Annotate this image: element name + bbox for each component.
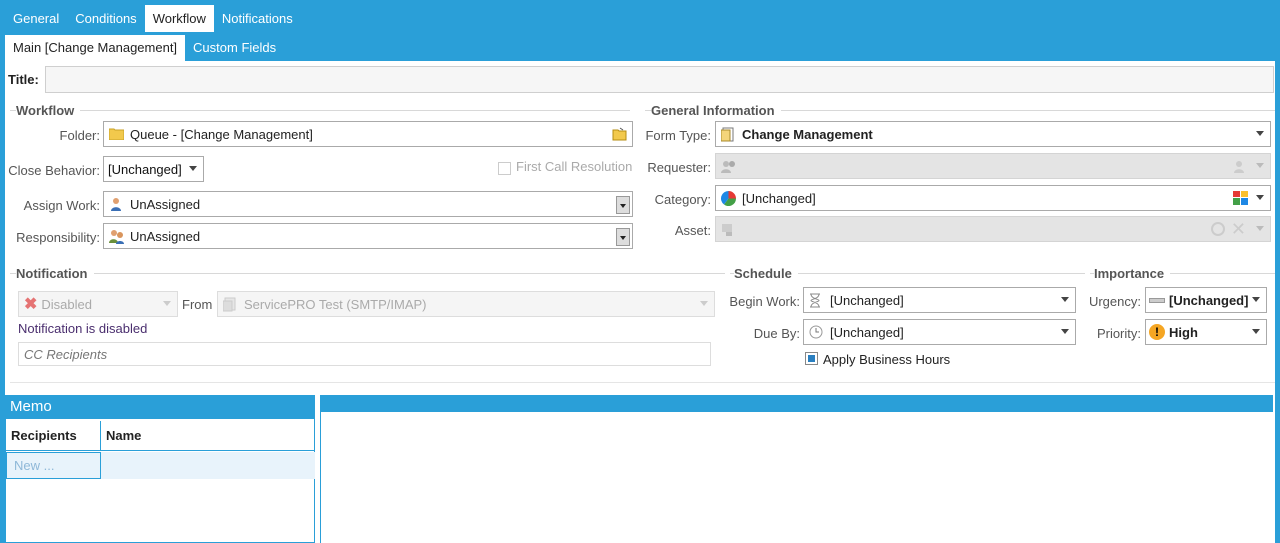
chevron-down-icon [1256,226,1264,231]
chevron-down-icon [1256,195,1264,200]
assign-work-label: Assign Work: [23,198,100,213]
responsibility-select[interactable]: UnAssigned [103,223,633,249]
hourglass-icon [809,293,824,308]
folder-field[interactable]: Queue - [Change Management] [103,121,633,147]
main-tabs: General Conditions Workflow Notification… [5,5,301,32]
disabled-icon: ✖ [24,296,38,313]
tab-conditions[interactable]: Conditions [67,5,144,32]
close-behavior-label: Close Behavior: [8,163,100,178]
warning-icon: ! [1149,324,1165,340]
memo-editor[interactable] [320,412,1273,543]
chevron-down-icon [163,301,171,306]
assign-work-value: UnAssigned [130,196,201,212]
category-picker-icon[interactable] [1233,191,1248,206]
chevron-down-icon [1252,297,1260,302]
chevron-down-icon [1252,329,1260,334]
business-hours-label: Apply Business Hours [823,352,951,367]
folder-value: Queue - [Change Management] [130,126,313,142]
urgency-select[interactable]: [Unchanged] [1145,287,1267,313]
memo-header: Memo [5,395,315,419]
due-by-value: [Unchanged] [830,324,904,340]
user-icon [109,197,124,212]
col-recipients-header[interactable]: Recipients [6,421,101,451]
sub-tabs: Main [Change Management] Custom Fields [5,35,284,62]
fcr-checkbox[interactable] [498,162,511,175]
priority-select[interactable]: ! High [1145,319,1267,345]
general-info-section-title: General Information [651,103,781,118]
begin-work-value: [Unchanged] [830,292,904,308]
notification-status-select[interactable]: ✖ Disabled [18,291,178,317]
subtab-main[interactable]: Main [Change Management] [5,35,186,62]
memo-editor-header [320,395,1273,412]
assign-work-select[interactable]: UnAssigned [103,191,633,217]
requester-field[interactable] [715,153,1271,179]
user-group-icon [721,159,736,174]
begin-work-label: Begin Work: [729,294,800,309]
form-type-select[interactable]: Change Management [715,121,1271,147]
new-row[interactable]: New ... [6,452,315,479]
close-behavior-select[interactable]: [Unchanged] [103,156,204,182]
business-hours-checkbox[interactable] [805,352,818,365]
urgency-value: [Unchanged] [1169,292,1249,308]
mail-server-icon [222,297,238,312]
divider [10,382,1275,383]
chevron-down-icon [1256,163,1264,168]
new-row-cell[interactable]: New ... [6,452,101,479]
category-label: Category: [654,192,711,207]
divider [10,110,630,111]
from-value: ServicePRO Test (SMTP/IMAP) [244,296,427,312]
notification-disabled-message: Notification is disabled [18,321,148,336]
begin-work-select[interactable]: [Unchanged] [803,287,1076,313]
close-behavior-value: [Unchanged] [108,161,182,177]
clear-icon[interactable]: ✕ [1231,219,1246,239]
cc-recipients-placeholder: CC Recipients [24,346,108,362]
due-by-label: Due By: [753,326,800,341]
folder-label: Folder: [59,128,100,143]
divider [10,273,725,274]
cc-recipients-input[interactable]: CC Recipients [18,342,711,366]
responsibility-value: UnAssigned [130,228,201,244]
asset-field[interactable]: ✕ [715,216,1271,242]
priority-label: Priority: [1096,326,1141,341]
title-input[interactable] [45,66,1274,93]
schedule-section-title: Schedule [734,266,798,281]
tab-notifications[interactable]: Notifications [214,5,301,32]
form-type-value: Change Management [742,126,873,142]
urgency-label: Urgency: [1088,294,1141,309]
chevron-down-icon [1256,131,1264,136]
asset-icon [721,222,736,237]
category-icon [721,190,736,206]
memo-recipients-grid: Recipients Name New ... [5,419,315,543]
window-frame: General Conditions Workflow Notification… [0,0,1280,543]
form-type-label: Form Type: [645,128,711,143]
from-select[interactable]: ServicePRO Test (SMTP/IMAP) [217,291,715,317]
col-name-header[interactable]: Name [101,421,315,451]
responsibility-label: Responsibility: [16,230,100,245]
title-label: Title: [8,72,39,87]
chevron-down-icon [189,166,197,171]
tab-workflow[interactable]: Workflow [144,5,214,32]
tab-general[interactable]: General [5,5,67,32]
workflow-section-title: Workflow [16,103,81,118]
requester-label: Requester: [647,160,711,175]
folder-icon [108,127,125,142]
importance-section-title: Importance [1094,266,1171,281]
notification-section-title: Notification [16,266,94,281]
from-label: From [182,297,213,312]
clock-icon [809,325,824,340]
form-icon [720,127,736,142]
category-value: [Unchanged] [742,190,816,206]
checkbox-fill [808,355,815,362]
category-select[interactable]: [Unchanged] [715,185,1271,211]
users-icon [109,229,124,244]
fcr-label: First Call Resolution [516,159,633,174]
notification-status-value: Disabled [41,296,92,312]
due-by-select[interactable]: [Unchanged] [803,319,1076,345]
search-user-icon[interactable] [1233,159,1248,174]
refresh-icon[interactable] [1211,222,1225,236]
subtab-custom-fields[interactable]: Custom Fields [185,35,284,62]
asset-label: Asset: [674,223,711,238]
urgency-bar-icon [1149,297,1165,303]
priority-value: High [1169,324,1198,340]
